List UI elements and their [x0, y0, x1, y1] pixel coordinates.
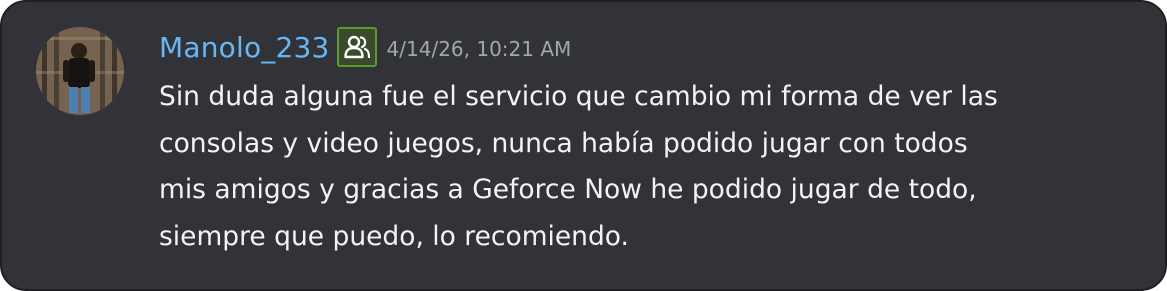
- message-line: Sin duda alguna fue el servicio que camb…: [159, 81, 998, 112]
- user-avatar[interactable]: [36, 27, 124, 115]
- users-icon[interactable]: [336, 27, 377, 67]
- chat-message: Manolo_233 4/14/26, 10:21 AM Sin duda al…: [0, 0, 1167, 291]
- avatar-photo-icon: [36, 27, 124, 115]
- message-content: Sin duda alguna fue el servicio que camb…: [159, 74, 1149, 260]
- message-line: consolas y video juegos, nunca había pod…: [159, 127, 968, 159]
- message-line: siempre que puedo, lo recomiendo.: [159, 220, 629, 252]
- users-icon-glyph: [343, 35, 370, 59]
- message-header: Manolo_233 4/14/26, 10:21 AM: [159, 24, 571, 70]
- username[interactable]: Manolo_233: [159, 31, 330, 64]
- message-timestamp[interactable]: 4/14/26, 10:21 AM: [387, 37, 572, 61]
- message-line: mis amigos y gracias a Geforce Now he po…: [159, 174, 977, 205]
